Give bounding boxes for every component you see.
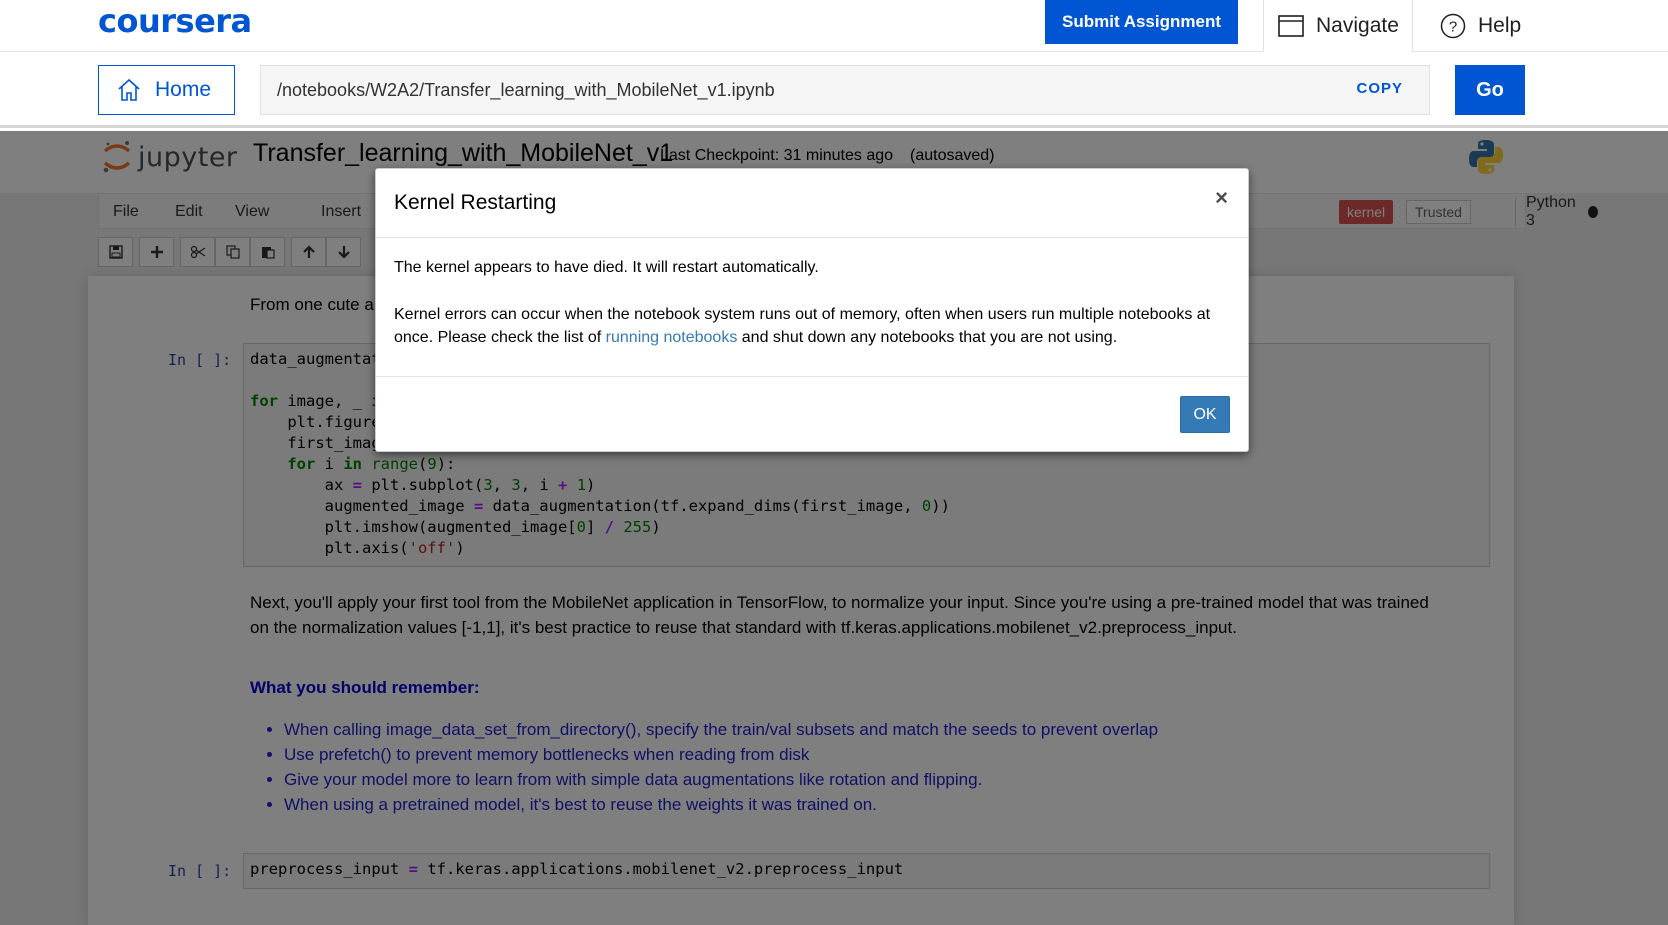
dialog-explanation: Kernel errors can occur when the noteboo… bbox=[394, 303, 1230, 349]
help-button[interactable]: ? Help bbox=[1438, 0, 1521, 52]
dialog-footer: OK bbox=[376, 377, 1248, 451]
dialog-body: The kernel appears to have died. It will… bbox=[376, 238, 1248, 377]
kernel-restarting-dialog: Kernel Restarting × The kernel appears t… bbox=[375, 168, 1249, 452]
home-label: Home bbox=[155, 78, 212, 101]
help-label: Help bbox=[1478, 14, 1522, 37]
running-notebooks-link[interactable]: running notebooks bbox=[606, 329, 738, 346]
home-button[interactable]: Home bbox=[98, 65, 235, 115]
coursera-top-bar: coursera Submit Assignment Navigate ? He… bbox=[0, 0, 1668, 52]
copy-button[interactable]: COPY bbox=[1356, 80, 1403, 97]
ok-button[interactable]: OK bbox=[1180, 396, 1230, 433]
close-icon[interactable]: × bbox=[1215, 185, 1228, 211]
navigate-label: Navigate bbox=[1316, 14, 1399, 37]
dialog-title: Kernel Restarting bbox=[394, 191, 557, 214]
svg-text:?: ? bbox=[1449, 19, 1457, 36]
go-button[interactable]: Go bbox=[1455, 65, 1525, 115]
submit-assignment-button[interactable]: Submit Assignment bbox=[1045, 0, 1238, 44]
coursera-logo[interactable]: coursera bbox=[98, 2, 252, 40]
dialog-header: Kernel Restarting × bbox=[376, 169, 1248, 238]
coursera-notebook-bar: Home /notebooks/W2A2/Transfer_learning_w… bbox=[0, 52, 1668, 128]
dialog-message: The kernel appears to have died. It will… bbox=[394, 259, 819, 276]
dialog-explanation-post: and shut down any notebooks that you are… bbox=[737, 329, 1118, 346]
notebook-url: /notebooks/W2A2/Transfer_learning_with_M… bbox=[277, 79, 775, 100]
home-icon bbox=[118, 78, 140, 101]
navigate-button[interactable]: Navigate bbox=[1263, 0, 1413, 52]
help-icon: ? bbox=[1440, 13, 1466, 39]
notebook-url-field[interactable]: /notebooks/W2A2/Transfer_learning_with_M… bbox=[260, 65, 1430, 115]
window-icon bbox=[1278, 15, 1304, 37]
